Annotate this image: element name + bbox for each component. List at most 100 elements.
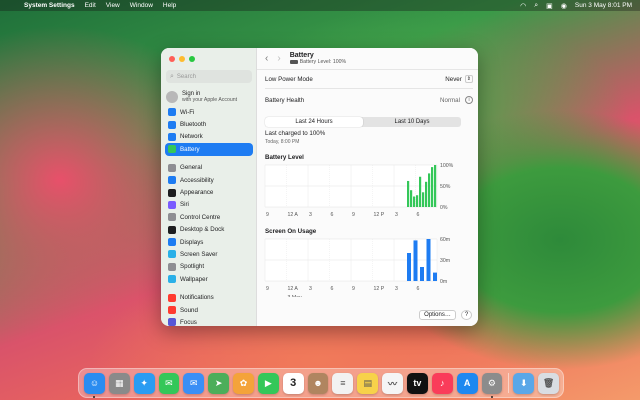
tv-icon[interactable]: tv <box>406 372 428 394</box>
menu-edit[interactable]: Edit <box>85 2 96 9</box>
battery-level-icon <box>289 60 298 64</box>
low-power-value: Never <box>445 75 462 83</box>
battery-health-row: Battery Health Normal i <box>265 95 473 105</box>
divider <box>265 88 473 89</box>
wifi-status-icon[interactable]: ◠ <box>520 2 526 10</box>
bluetooth-icon <box>168 120 176 129</box>
x-tick-label: 12 P <box>374 286 385 292</box>
sidebar-item-wallpaper[interactable]: Wallpaper <box>165 273 253 285</box>
chart-bar <box>431 167 434 207</box>
sidebar-item-bluetooth[interactable]: Bluetooth <box>165 118 253 130</box>
sidebar-item-label: Sound <box>180 306 198 314</box>
mail-icon[interactable]: ✉ <box>183 372 205 394</box>
freeform-icon[interactable]: 〰 <box>382 372 403 394</box>
help-button[interactable]: ? <box>461 310 472 320</box>
wifi-icon <box>168 108 176 117</box>
app-store-icon[interactable]: A <box>456 372 478 394</box>
y-tick-label: 0% <box>440 205 448 211</box>
sidebar-item-siri[interactable]: Siri <box>165 199 253 211</box>
search-placeholder: Search <box>176 73 196 80</box>
screen-saver-icon <box>168 250 176 259</box>
screen-on-usage-chart-svg: 60m 30m 0m 9 12 A 3 6 9 12 P 3 6 3 May <box>264 237 450 297</box>
sidebar-item-spotlight[interactable]: Spotlight <box>165 261 253 273</box>
low-power-select[interactable]: Never ⇕ <box>445 75 473 83</box>
page-title: Battery <box>289 52 314 59</box>
search-status-icon[interactable]: ⌕ <box>534 2 538 10</box>
sidebar-item-label: Accessibility <box>180 176 214 184</box>
sidebar-item-accessibility[interactable]: Accessibility <box>165 174 253 186</box>
sidebar-item-desktop-dock[interactable]: Desktop & Dock <box>165 224 253 236</box>
x-tick-label: 3 <box>309 286 312 292</box>
options-button[interactable]: Options… <box>419 310 456 320</box>
sidebar-item-label: Screen Saver <box>180 250 218 258</box>
downloads-icon[interactable]: ⬇ <box>513 372 535 394</box>
sidebar-item-displays[interactable]: Displays <box>165 236 253 248</box>
menu-clock[interactable]: Sun 3 May 8:01 PM <box>575 2 632 9</box>
sidebar-item-network[interactable]: Network <box>165 131 253 143</box>
forward-chevron-icon[interactable]: › <box>277 53 280 64</box>
menu-view[interactable]: View <box>106 2 120 9</box>
menu-app-name[interactable]: System Settings <box>24 2 75 9</box>
finder-icon[interactable]: ☺ <box>84 372 105 398</box>
battery-level-text: Battery Level: 100% <box>299 59 347 65</box>
reminders-icon[interactable]: ≡ <box>332 372 354 394</box>
tab-last-10-days[interactable]: Last 10 Days <box>363 117 461 127</box>
x-tick-label: 9 <box>266 286 269 292</box>
chart-bar <box>407 180 410 207</box>
music-icon[interactable]: ♪ <box>431 372 453 394</box>
low-power-row: Low Power Mode Never ⇕ <box>265 74 473 84</box>
sidebar-item-screen-saver[interactable]: Screen Saver <box>165 248 253 260</box>
sidebar-item-label: Wallpaper <box>180 275 208 283</box>
running-indicator <box>93 395 96 398</box>
last-charged-text: Last charged to 100% <box>265 130 326 137</box>
sidebar-item-label: Network <box>180 133 203 141</box>
menu-window[interactable]: Window <box>130 2 153 9</box>
battery-health-status: Normal i <box>440 96 473 104</box>
appearance-icon <box>168 188 176 197</box>
minimize-button[interactable] <box>179 56 185 62</box>
sidebar-item-label: Bluetooth <box>180 121 207 129</box>
chart-bar <box>419 176 422 207</box>
x-tick-label: 3 <box>395 286 398 292</box>
safari-icon[interactable]: ✦ <box>133 372 155 394</box>
sidebar-item-general[interactable]: General <box>165 162 253 174</box>
sidebar-item-sound[interactable]: Sound <box>165 304 253 316</box>
notes-icon[interactable]: ▤ <box>357 372 379 394</box>
siri-status-icon[interactable]: ◉ <box>561 2 567 10</box>
calendar-icon[interactable]: 3 <box>282 372 304 394</box>
sidebar-item-label: Focus <box>180 318 197 326</box>
zoom-button[interactable] <box>189 56 195 62</box>
close-button[interactable] <box>169 56 175 62</box>
apple-account-item[interactable]: Sign in with your Apple Account <box>166 87 254 107</box>
back-chevron-icon[interactable]: ‹ <box>265 53 268 64</box>
search-icon: ⌕ <box>170 72 174 80</box>
info-icon[interactable]: i <box>465 96 473 104</box>
search-field[interactable]: ⌕ Search <box>166 70 252 83</box>
sidebar-item-battery[interactable]: Battery <box>165 143 253 156</box>
chevron-updown-icon: ⇕ <box>464 75 473 83</box>
chart-bar <box>416 195 419 207</box>
sidebar-item-focus[interactable]: Focus <box>165 316 253 326</box>
sidebar-item-appearance[interactable]: Appearance <box>165 186 253 198</box>
contacts-icon[interactable]: ☻ <box>307 372 329 394</box>
display-icon <box>168 238 176 247</box>
trash-icon[interactable]: 🗑 <box>538 372 560 394</box>
chart-bar <box>425 181 428 207</box>
sidebar-item-label: Notifications <box>180 294 214 302</box>
sidebar-item-wi-fi[interactable]: Wi-Fi <box>165 106 253 118</box>
tab-last-24-hours[interactable]: Last 24 Hours <box>265 117 363 127</box>
sidebar-item-control-centre[interactable]: Control Centre <box>165 211 253 223</box>
photos-icon[interactable]: ✿ <box>233 372 254 394</box>
menu-help[interactable]: Help <box>163 2 176 9</box>
maps-icon[interactable]: ➤ <box>208 372 230 394</box>
sidebar-list: Wi-Fi Bluetooth Network Battery General Acces… <box>165 106 253 326</box>
chart-bar <box>410 190 413 207</box>
facetime-icon[interactable]: ▶ <box>257 372 279 394</box>
toolbar: ‹ › Battery Battery Level: 100% <box>257 48 478 70</box>
launchpad-icon[interactable]: ▦ <box>108 372 130 394</box>
sidebar-item-notifications[interactable]: Notifications <box>165 291 253 303</box>
control-centre-icon[interactable]: ▣ <box>546 2 553 10</box>
settings-icon[interactable]: ⚙ <box>481 372 503 398</box>
messages-icon[interactable]: ✉ <box>158 372 180 394</box>
